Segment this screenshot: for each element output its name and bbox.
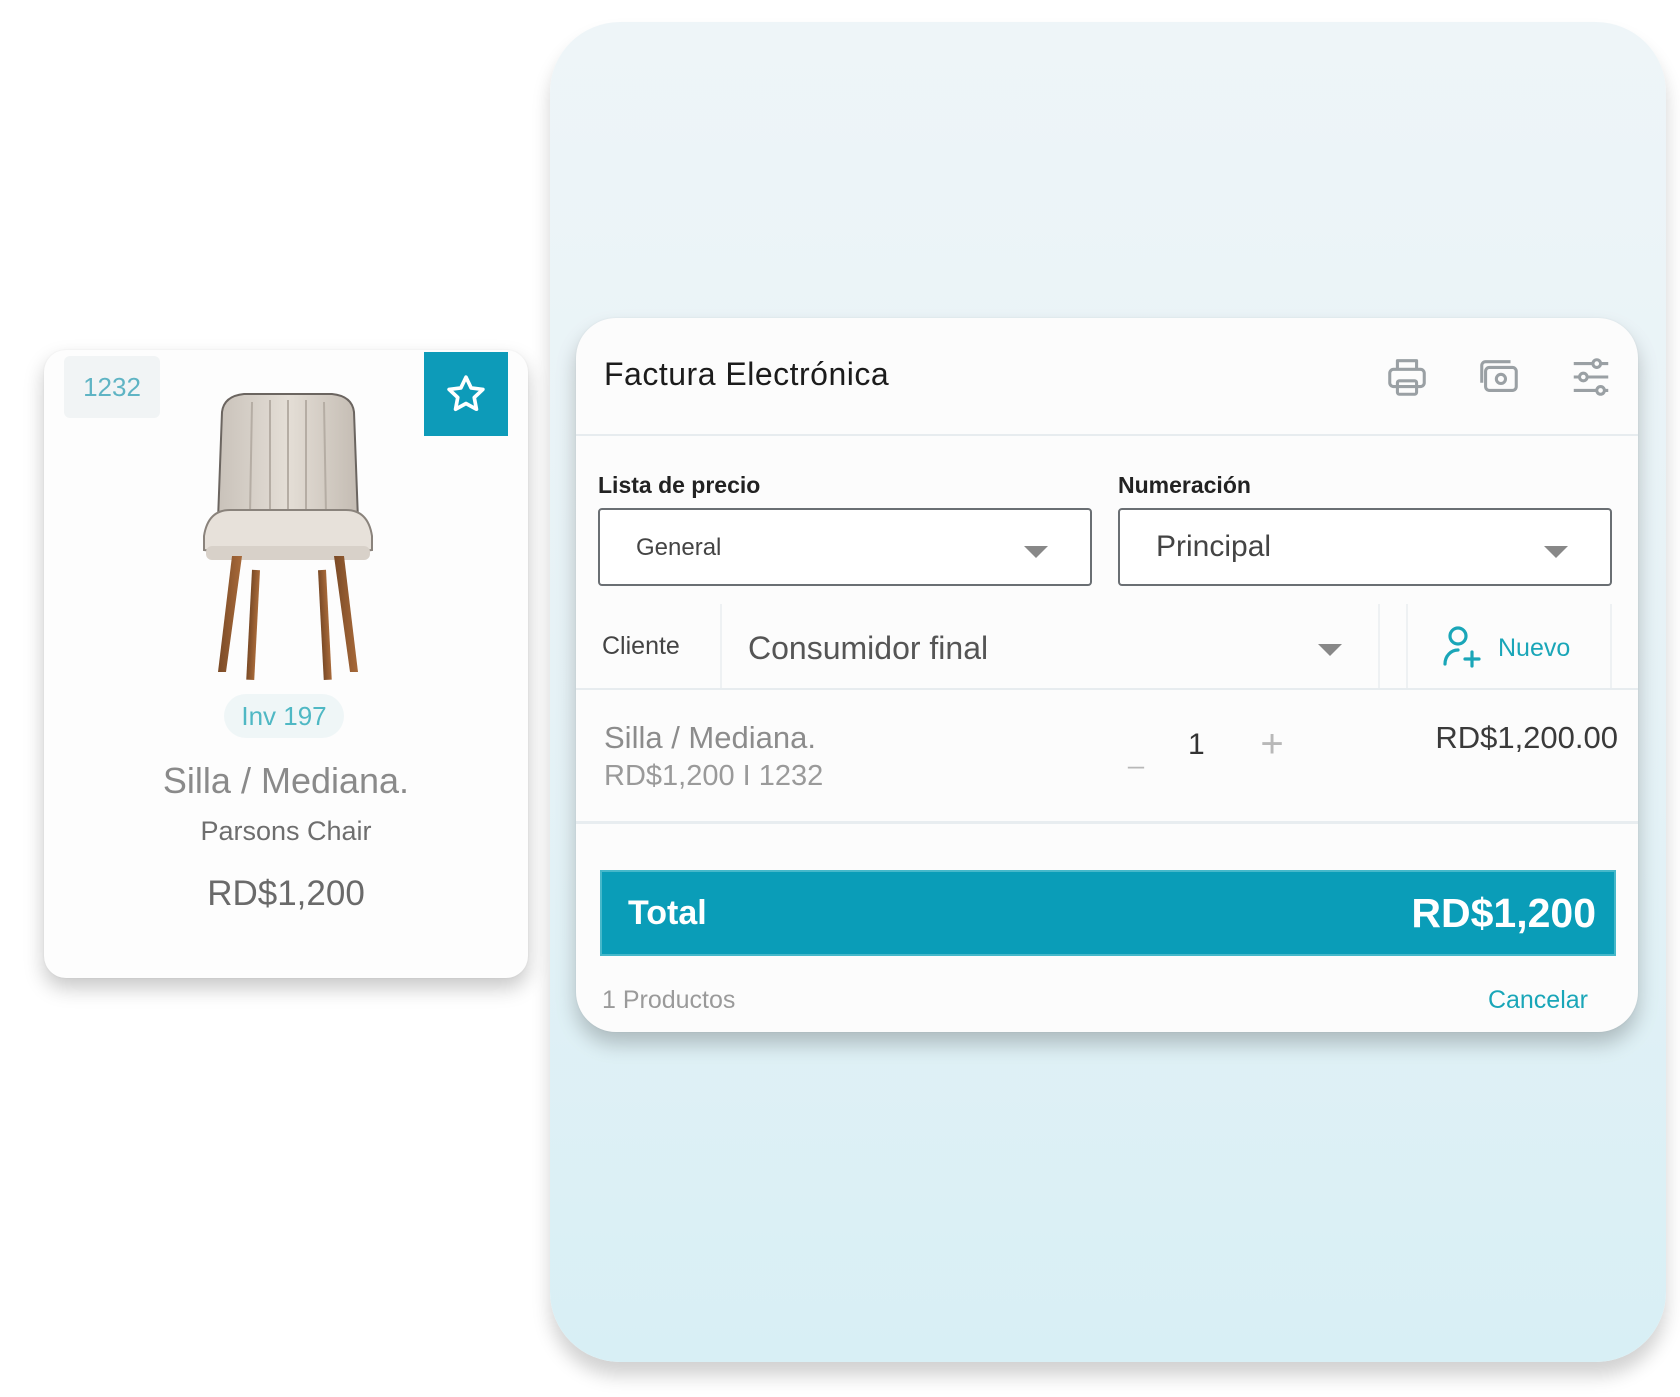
line-item-total: RD$1,200.00	[1435, 720, 1618, 755]
star-outline-icon	[447, 375, 485, 412]
product-subtitle: Parsons Chair	[200, 816, 372, 846]
decrease-quantity-button[interactable]: _	[1116, 736, 1156, 772]
chevron-down-icon	[1318, 644, 1342, 656]
inventory-badge: Inv 197	[224, 694, 344, 738]
client-value: Consumidor final	[748, 630, 989, 666]
price-list-label: Lista de precio	[598, 472, 761, 498]
sliders-icon[interactable]	[1568, 354, 1614, 400]
invoice-title: Factura Electrónica	[604, 356, 890, 392]
product-price: RD$1,200	[207, 874, 365, 913]
total-label: Total	[628, 894, 707, 932]
line-item-name: Silla / Mediana.	[604, 720, 816, 755]
chevron-down-icon	[1024, 546, 1048, 558]
client-label: Cliente	[602, 632, 680, 660]
favorite-button[interactable]	[424, 352, 508, 436]
invoice-card: Factura Electrónica Lista de precio Gene…	[576, 318, 1638, 1032]
product-count: 1 Productos	[602, 986, 736, 1014]
client-row: Cliente Consumidor final Nuevo	[576, 602, 1638, 690]
total-amount: RD$1,200	[1411, 890, 1596, 936]
cash-icon[interactable]	[1476, 354, 1522, 400]
add-user-icon	[1443, 626, 1481, 668]
chevron-down-icon	[1544, 546, 1568, 558]
total-button[interactable]: Total RD$1,200	[600, 870, 1616, 956]
increase-quantity-button[interactable]: +	[1252, 722, 1292, 766]
product-name: Silla / Mediana.	[162, 760, 410, 801]
price-list-value: General	[636, 534, 722, 561]
new-client-label: Nuevo	[1498, 634, 1571, 662]
product-card[interactable]: 1232 Inv 197 Silla / Mediana. Parsons Ch…	[44, 350, 528, 978]
client-select[interactable]: Consumidor final	[720, 604, 1380, 688]
cancel-link[interactable]: Cancelar	[1488, 986, 1588, 1015]
quantity-value: 1	[1188, 728, 1205, 761]
sku-badge: 1232	[64, 356, 160, 418]
new-client-button[interactable]: Nuevo	[1406, 604, 1612, 688]
chair-image	[203, 393, 373, 681]
price-list-select[interactable]: General	[598, 508, 1092, 586]
printer-icon[interactable]	[1384, 354, 1430, 400]
line-item-meta: RD$1,200 I 1232	[604, 760, 824, 792]
invoice-header: Factura Electrónica	[576, 318, 1638, 436]
numbering-label: Numeración	[1118, 472, 1251, 498]
numbering-value: Principal	[1156, 530, 1272, 563]
numbering-select[interactable]: Principal	[1118, 508, 1612, 586]
line-item: Silla / Mediana. RD$1,200 I 1232 _ 1 + R…	[576, 692, 1638, 824]
